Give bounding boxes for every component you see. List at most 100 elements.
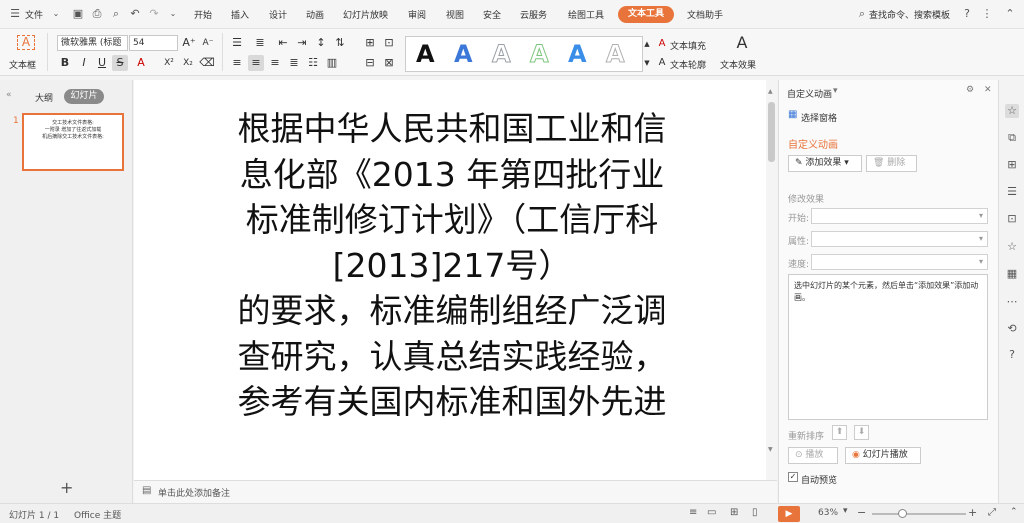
history-icon[interactable]: ⟲ bbox=[1005, 322, 1019, 336]
font-name-select[interactable]: 微软雅黑 (标题 bbox=[57, 35, 128, 51]
textbox-icon[interactable]: A bbox=[17, 35, 35, 50]
tab-doc-assistant[interactable]: 文档助手 bbox=[687, 8, 723, 21]
text-outline-icon[interactable]: A bbox=[654, 55, 670, 71]
template-icon[interactable]: ▦ bbox=[1005, 267, 1019, 281]
textbox-button[interactable]: 文本框 bbox=[9, 58, 36, 71]
wordart-style-6[interactable]: A bbox=[606, 40, 626, 69]
property-select[interactable]: ▾ bbox=[811, 231, 988, 247]
speed-select[interactable]: ▾ bbox=[811, 254, 988, 270]
tab-home[interactable]: 开始 bbox=[194, 8, 212, 21]
align-right-icon[interactable]: ≡ bbox=[267, 55, 283, 71]
text-fill-button[interactable]: 文本填充 bbox=[670, 39, 706, 52]
gallery-more-icon[interactable]: ▼ bbox=[643, 55, 651, 71]
slide-switch-icon[interactable]: ⧉ bbox=[1005, 131, 1019, 145]
bullet-list-icon[interactable]: ☰ bbox=[229, 35, 245, 51]
help-icon[interactable]: ? bbox=[1005, 348, 1019, 362]
add-slide-button[interactable]: + bbox=[60, 478, 73, 497]
print-preview-icon[interactable]: ⌕ bbox=[110, 8, 122, 20]
redo-icon[interactable]: ↷ bbox=[148, 8, 160, 20]
tab-cloud[interactable]: 云服务 bbox=[520, 8, 547, 21]
wordart-style-3[interactable]: A bbox=[492, 40, 512, 69]
wordart-style-1[interactable]: A bbox=[416, 40, 435, 68]
underline-icon[interactable]: U bbox=[94, 55, 110, 71]
play-button[interactable]: ⊙ 播放 bbox=[788, 447, 838, 464]
tab-security[interactable]: 安全 bbox=[483, 8, 501, 21]
selection-pane-button[interactable]: 选择窗格 bbox=[801, 111, 837, 124]
wordart-style-4[interactable]: A bbox=[530, 40, 550, 69]
close-icon[interactable]: ✕ bbox=[984, 85, 992, 95]
convert-icon[interactable]: ⊡ bbox=[381, 35, 397, 51]
superscript-icon[interactable]: X² bbox=[161, 55, 177, 71]
columns-icon[interactable]: ▥ bbox=[324, 55, 340, 71]
reading-view-icon[interactable]: ▯ bbox=[752, 507, 758, 518]
tab-slideshow[interactable]: 幻灯片放映 bbox=[343, 8, 388, 21]
share-icon[interactable]: ⋯ bbox=[1005, 295, 1019, 309]
tab-insert[interactable]: 插入 bbox=[231, 8, 249, 21]
zoom-out-icon[interactable]: − bbox=[857, 506, 866, 519]
play-slideshow-button[interactable]: ▶ bbox=[778, 506, 800, 522]
font-size-select[interactable]: 54 bbox=[129, 35, 178, 51]
text-effect-icon[interactable]: A bbox=[732, 35, 752, 51]
sorter-view-icon[interactable]: ⊞ bbox=[730, 507, 738, 518]
indent-decrease-icon[interactable]: ⇤ bbox=[275, 35, 291, 51]
increase-font-icon[interactable]: A⁺ bbox=[181, 35, 197, 51]
custom-animation-icon[interactable]: ☆ bbox=[1005, 104, 1019, 118]
print-icon[interactable]: ⎙ bbox=[91, 8, 103, 20]
zoom-in-icon[interactable]: + bbox=[968, 506, 977, 519]
wordart-style-5[interactable]: A bbox=[568, 40, 587, 68]
text-outline-button[interactable]: 文本轮廓 bbox=[670, 58, 706, 71]
auto-preview-checkbox[interactable]: ✓ bbox=[788, 472, 798, 482]
animation-list[interactable]: 选中幻灯片的某个元素，然后单击“添加效果”添加动画。 bbox=[788, 274, 988, 420]
subscript-icon[interactable]: X₂ bbox=[180, 55, 196, 71]
slide-textbox[interactable]: 根据中华人民共和国工业和信 息化部《2013 年第四批行业 标准制修订计划》（工… bbox=[222, 106, 682, 425]
pane-menu-icon[interactable]: ▾ bbox=[833, 86, 838, 96]
notes-bar[interactable]: ▤ 单击此处添加备注 bbox=[134, 480, 777, 503]
undo-icon[interactable]: ↶ bbox=[129, 8, 141, 20]
hamburger-menu-icon[interactable]: ☰ bbox=[9, 8, 21, 20]
favorite-icon[interactable]: ☆ bbox=[1005, 240, 1019, 254]
slide-canvas[interactable]: 根据中华人民共和国工业和信 息化部《2013 年第四批行业 标准制修订计划》（工… bbox=[134, 80, 766, 480]
delete-button[interactable]: 🗑 删除 bbox=[866, 155, 917, 172]
text-fill-icon[interactable]: A bbox=[654, 36, 670, 52]
move-up-icon[interactable]: ⬆ bbox=[832, 425, 847, 440]
line-spacing-icon[interactable]: ↕ bbox=[313, 35, 329, 51]
start-select[interactable]: ▾ bbox=[811, 208, 988, 224]
search-command[interactable]: 查找命令、搜索模板 bbox=[869, 8, 950, 21]
scroll-up-icon[interactable]: ▲ bbox=[768, 88, 773, 95]
transform-icon[interactable]: ⊡ bbox=[1005, 212, 1019, 226]
numbered-list-icon[interactable]: ≣ bbox=[252, 35, 268, 51]
save-icon[interactable]: ▣ bbox=[72, 8, 84, 20]
collapse-panel-icon[interactable]: « bbox=[6, 90, 12, 100]
slide-thumbnail[interactable]: 交工技术文件表格: 一附录 增加了往返式加载 机后摘除交工技术文件表格: bbox=[22, 113, 124, 171]
align-text-icon[interactable]: ⊞ bbox=[362, 35, 378, 51]
bold-icon[interactable]: B bbox=[57, 55, 73, 71]
vertical-scrollbar[interactable]: ▲ ▼ bbox=[766, 80, 777, 480]
clear-format-icon[interactable]: ⌫ bbox=[199, 55, 215, 71]
indent-increase-icon[interactable]: ⇥ bbox=[294, 35, 310, 51]
slideshow-button[interactable]: ◉ 幻灯片播放 bbox=[845, 447, 921, 464]
fit-window-icon[interactable]: ⤢ bbox=[988, 507, 996, 518]
chevron-down-icon[interactable]: ⌄ bbox=[167, 8, 179, 20]
decrease-font-icon[interactable]: A⁻ bbox=[200, 35, 216, 51]
align-left-icon[interactable]: ≡ bbox=[229, 55, 245, 71]
tab-outline[interactable]: 大纲 bbox=[35, 91, 53, 104]
tab-design[interactable]: 设计 bbox=[269, 8, 287, 21]
add-effect-button[interactable]: ✎ 添加效果 ▾ bbox=[788, 155, 862, 172]
shadow-s-icon[interactable]: S bbox=[112, 55, 128, 71]
tab-drawing-tools[interactable]: 绘图工具 bbox=[568, 8, 604, 21]
zoom-slider-handle[interactable] bbox=[898, 509, 907, 518]
scroll-down-icon[interactable]: ▼ bbox=[768, 446, 773, 453]
zoom-dropdown-icon[interactable]: ▾ bbox=[843, 506, 848, 516]
text-effect-button[interactable]: 文本效果 bbox=[720, 58, 756, 71]
distribute-icon[interactable]: ☷ bbox=[305, 55, 321, 71]
move-down-icon[interactable]: ⬇ bbox=[854, 425, 869, 440]
tab-text-tools[interactable]: 文本工具 bbox=[618, 6, 674, 23]
collapse-ribbon-icon[interactable]: ⌃ bbox=[1004, 8, 1016, 20]
zoom-slider-track[interactable] bbox=[872, 513, 966, 515]
normal-view-icon[interactable]: ▭ bbox=[707, 507, 716, 518]
vertical-align-icon[interactable]: ⊟ bbox=[362, 55, 378, 71]
tab-view[interactable]: 视图 bbox=[446, 8, 464, 21]
object-properties-icon[interactable]: ⊞ bbox=[1005, 158, 1019, 172]
settings-sliders-icon[interactable]: ☰ bbox=[1005, 185, 1019, 199]
notes-toggle-icon[interactable]: ≡ bbox=[689, 507, 697, 518]
